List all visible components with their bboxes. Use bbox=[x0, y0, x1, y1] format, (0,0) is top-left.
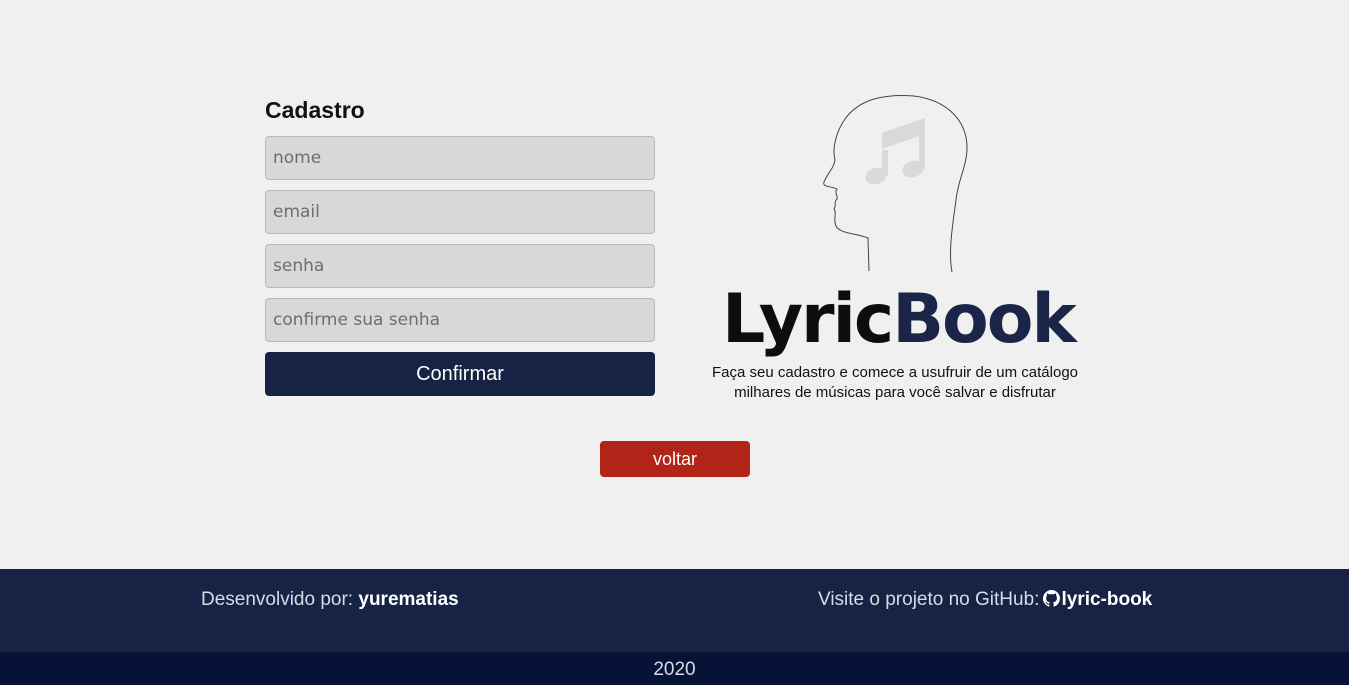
developer-link[interactable]: yurematias bbox=[358, 589, 458, 610]
tagline-line1: Faça seu cadastro e comece a usufruir de… bbox=[711, 364, 1079, 381]
brand-logo: LyricBook bbox=[722, 280, 1082, 360]
email-input[interactable] bbox=[265, 190, 655, 234]
copyright-year: 2020 bbox=[653, 659, 696, 680]
name-input[interactable] bbox=[265, 136, 655, 180]
tagline: Faça seu cadastro e comece a usufruir de… bbox=[690, 363, 1100, 402]
footer-developer: Desenvolvido por: yurematias bbox=[201, 589, 459, 611]
developed-by-label: Desenvolvido por: bbox=[201, 589, 354, 610]
copyright-bar: 2020 bbox=[0, 652, 1349, 685]
tagline-line2: milhares de músicas para você salvar e d… bbox=[734, 383, 1056, 401]
repo-link[interactable]: lyric-book bbox=[1061, 589, 1152, 610]
github-label: Visite o projeto no GitHub: bbox=[818, 589, 1040, 610]
form-title: Cadastro bbox=[265, 97, 365, 123]
github-icon[interactable] bbox=[1043, 590, 1061, 607]
footer: Desenvolvido por: yurematias Visite o pr… bbox=[0, 569, 1349, 652]
signup-section: Cadastro Confirmar LyricBook Faça seu ca… bbox=[0, 0, 1349, 569]
brand-name-part2: Book bbox=[892, 280, 1076, 359]
confirm-password-input[interactable] bbox=[265, 298, 655, 342]
head-music-note-icon bbox=[823, 95, 968, 273]
password-input[interactable] bbox=[265, 244, 655, 288]
back-button[interactable]: voltar bbox=[600, 441, 750, 477]
footer-github: Visite o projeto no GitHub: lyric-book bbox=[818, 589, 1152, 611]
confirm-button[interactable]: Confirmar bbox=[265, 352, 655, 396]
brand-name-part1: Lyric bbox=[722, 280, 894, 359]
